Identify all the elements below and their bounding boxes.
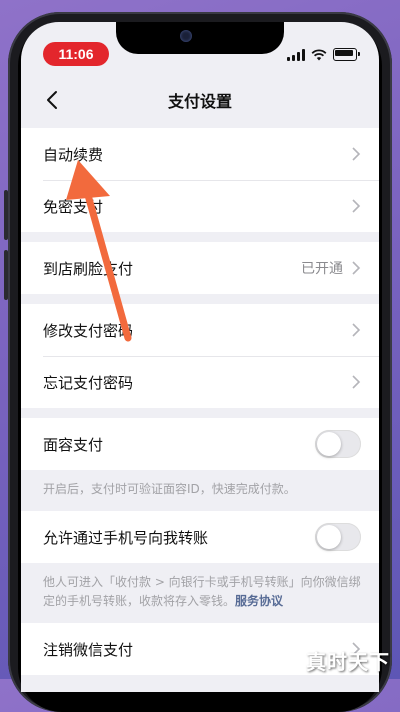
row-label: 到店刷脸支付 <box>43 259 134 278</box>
chevron-right-icon <box>352 375 361 389</box>
watermark: 真时天下 <box>306 650 390 674</box>
chevron-right-icon <box>352 261 361 275</box>
phone-transfer-toggle[interactable] <box>315 523 361 551</box>
status-bar: 11:06 <box>21 22 379 66</box>
settings-group: 面容支付 <box>21 418 379 470</box>
row-face-id-pay: 面容支付 <box>21 418 379 470</box>
chevron-right-icon <box>352 147 361 161</box>
face-pay-toggle[interactable] <box>315 430 361 458</box>
toggle-knob <box>317 525 341 549</box>
settings-list: 自动续费 免密支付 到店刷脸支付 已开通 修改支付密码 忘记支付密码 面容支付 … <box>21 128 379 675</box>
settings-group: 到店刷脸支付 已开通 <box>21 242 379 294</box>
phone-screen: 11:06 支付设置 自动续费 免密支付 到店刷脸支付 已开通 修改支付密码 忘… <box>21 22 379 692</box>
cellular-signal-icon <box>287 48 305 61</box>
row-label: 忘记支付密码 <box>43 373 134 392</box>
wifi-icon <box>311 48 327 60</box>
row-label: 自动续费 <box>43 145 104 164</box>
row-label: 修改支付密码 <box>43 321 134 340</box>
row-face-pay-in-store[interactable]: 到店刷脸支付 已开通 <box>21 242 379 294</box>
row-label: 免密支付 <box>43 197 104 216</box>
phone-transfer-note: 他人可进入「收付款 > 向银行卡或手机号转账」向你微信绑定的手机号转账，收款将存… <box>21 563 379 623</box>
navigation-bar: 支付设置 <box>21 74 379 126</box>
row-label: 面容支付 <box>43 435 104 454</box>
row-status-value: 已开通 <box>301 261 343 277</box>
chevron-right-icon <box>352 323 361 337</box>
note-text: 他人可进入「收付款 > 向银行卡或手机号转账」向你微信绑定的手机号转账，收款将存… <box>43 575 361 608</box>
status-time: 11:06 <box>43 42 109 66</box>
row-label: 允许通过手机号向我转账 <box>43 528 209 547</box>
settings-group: 允许通过手机号向我转账 <box>21 511 379 563</box>
row-password-free-pay[interactable]: 免密支付 <box>21 180 379 232</box>
settings-group: 自动续费 免密支付 <box>21 128 379 232</box>
chevron-right-icon <box>352 199 361 213</box>
settings-group: 修改支付密码 忘记支付密码 <box>21 304 379 408</box>
page-title: 支付设置 <box>167 92 232 111</box>
row-change-pay-password[interactable]: 修改支付密码 <box>21 304 379 356</box>
row-label: 注销微信支付 <box>43 640 134 659</box>
battery-icon <box>333 48 360 61</box>
toggle-knob <box>317 432 341 456</box>
status-icons <box>287 48 360 61</box>
service-agreement-link[interactable]: 服务协议 <box>235 594 283 608</box>
row-auto-renew[interactable]: 自动续费 <box>21 128 379 180</box>
face-pay-note: 开启后，支付时可验证面容ID，快速完成付款。 <box>43 482 296 496</box>
row-forgot-pay-password[interactable]: 忘记支付密码 <box>21 356 379 408</box>
row-phone-transfer: 允许通过手机号向我转账 <box>21 511 379 563</box>
